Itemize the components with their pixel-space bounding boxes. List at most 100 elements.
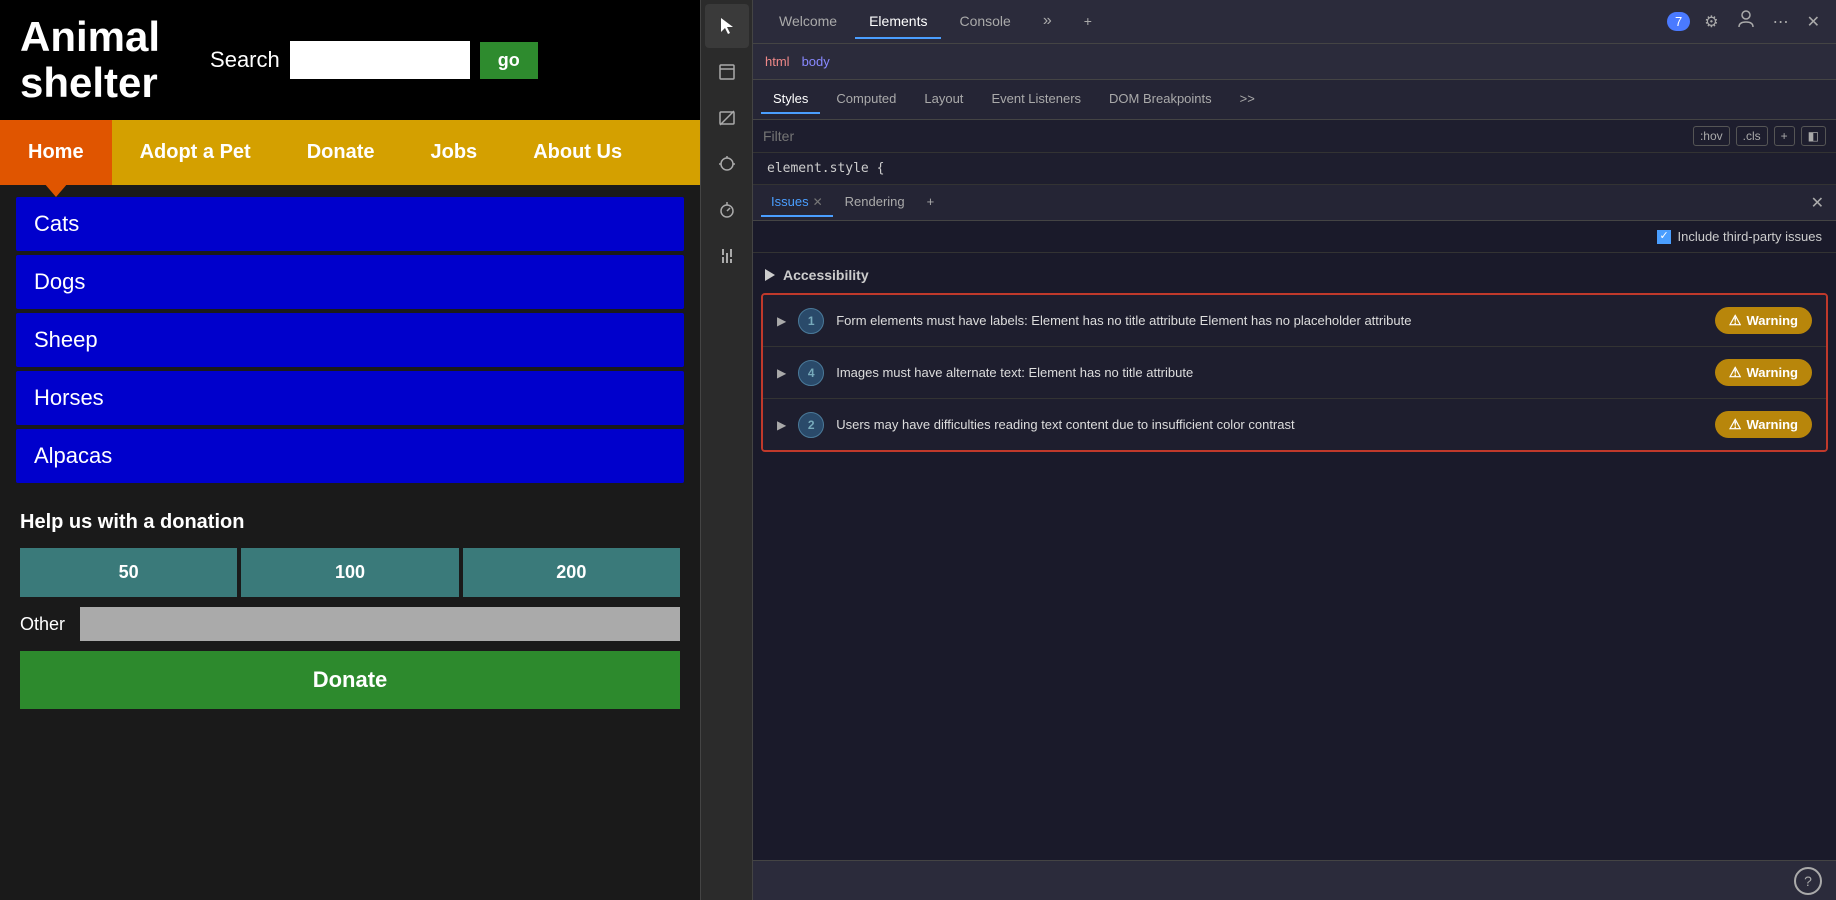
nav-item-jobs[interactable]: Jobs [403,120,506,185]
issue-badge-2: 4 [798,360,824,386]
customize-icon[interactable] [705,234,749,278]
cursor-icon[interactable] [705,4,749,48]
hov-button[interactable]: :hov [1693,126,1730,146]
warning-badge-2: ⚠ Warning [1715,359,1812,386]
warning-label-2: Warning [1746,365,1798,380]
styles-tab-styles[interactable]: Styles [761,85,820,114]
tab-welcome[interactable]: Welcome [765,5,851,39]
issue-row-alt-text: ▶ 4 Images must have alternate text: Ele… [763,347,1826,399]
filter-actions: :hov .cls + ◧ [1693,126,1826,146]
nav-item-adopt[interactable]: Adopt a Pet [112,120,279,185]
donate-button[interactable]: Donate [20,651,680,709]
tab-console[interactable]: Console [945,5,1024,39]
tab-elements[interactable]: Elements [855,5,941,39]
styles-tab-event-listeners[interactable]: Event Listeners [979,85,1093,114]
settings-icon[interactable]: ⚙ [1700,8,1722,36]
html-breadcrumb[interactable]: html [765,54,790,69]
animal-item-dogs[interactable]: Dogs [16,255,684,309]
warning-icon-1: ⚠ [1729,312,1742,329]
tab-new[interactable]: + [1070,5,1106,39]
search-label: Search [210,47,280,73]
devtools-bottombar: ? [753,860,1836,900]
issues-container: ▶ 1 Form elements must have labels: Elem… [761,293,1828,452]
body-breadcrumb[interactable]: body [802,54,830,69]
add-style-rule[interactable]: + [1774,126,1795,146]
bottom-tab-rendering[interactable]: Rendering [835,188,915,217]
accessibility-header[interactable]: Accessibility [761,261,1828,289]
issue-row-form-labels: ▶ 1 Form elements must have labels: Elem… [763,295,1826,347]
performance-icon[interactable] [705,188,749,232]
other-amount-input[interactable] [80,607,680,641]
issue-expand-arrow-3[interactable]: ▶ [777,418,786,432]
nav-item-home[interactable]: Home [0,120,112,185]
animal-item-sheep[interactable]: Sheep [16,313,684,367]
debug-icon[interactable] [705,142,749,186]
issues-toolbar: Include third-party issues [753,221,1836,253]
warning-label-3: Warning [1746,417,1798,432]
styles-panel: Styles Computed Layout Event Listeners D… [753,80,1836,900]
inspector-icon[interactable] [705,50,749,94]
devtools-topbar: Welcome Elements Console » + 7 ⚙ ⋯ ✕ [753,0,1836,44]
devtools-sidebar [700,0,752,900]
devtools-topbar-right: 7 ⚙ ⋯ ✕ [1667,6,1824,37]
bottom-tab-add[interactable]: + [917,188,945,217]
other-label: Other [20,614,70,635]
issue-row-color-contrast: ▶ 2 Users may have difficulties reading … [763,399,1826,450]
close-devtools-icon[interactable]: ✕ [1803,8,1824,36]
bottom-drawer: Issues ✕ Rendering + ✕ [753,185,1836,900]
amount-50[interactable]: 50 [20,548,237,597]
issue-text-form-labels: Form elements must have labels: Element … [836,311,1703,331]
styles-tab-computed[interactable]: Computed [824,85,908,114]
amount-200[interactable]: 200 [463,548,680,597]
nav-item-about[interactable]: About Us [505,120,650,185]
issue-badge-1: 1 [798,308,824,334]
donation-amounts: 50 100 200 [20,548,680,597]
bottom-tabs-bar: Issues ✕ Rendering + ✕ [753,185,1836,221]
styles-tab-layout[interactable]: Layout [912,85,975,114]
checkbox-icon [1657,230,1671,244]
site-title: Animal shelter [20,14,160,106]
issue-expand-arrow-2[interactable]: ▶ [777,366,786,380]
issue-text-color-contrast: Users may have difficulties reading text… [836,415,1703,435]
search-input[interactable] [290,41,470,79]
styles-tab-more[interactable]: >> [1228,85,1267,114]
rendering-tab-label: Rendering [845,194,905,209]
no-image-icon[interactable] [705,96,749,140]
amount-100[interactable]: 100 [241,548,458,597]
animal-item-horses[interactable]: Horses [16,371,684,425]
animal-item-cats[interactable]: Cats [16,197,684,251]
cls-button[interactable]: .cls [1736,126,1768,146]
animals-list: Cats Dogs Sheep Horses Alpacas [0,185,700,495]
nav-bar: Home Adopt a Pet Donate Jobs About Us [0,120,700,185]
styles-tabs: Styles Computed Layout Event Listeners D… [753,80,1836,120]
tab-more-icon[interactable]: » [1029,4,1066,40]
issues-tab-close[interactable]: ✕ [813,195,823,209]
third-party-label: Include third-party issues [1677,229,1822,244]
devtools-content: Styles Computed Layout Event Listeners D… [753,80,1836,900]
filter-bar: :hov .cls + ◧ [753,120,1836,153]
issue-text-alt-text: Images must have alternate text: Element… [836,363,1703,383]
warning-badge-3: ⚠ Warning [1715,411,1812,438]
devtools-panel: Welcome Elements Console » + 7 ⚙ ⋯ ✕ htm… [752,0,1836,900]
user-icon[interactable] [1733,6,1759,37]
issue-expand-arrow[interactable]: ▶ [777,314,786,328]
issues-tab-label: Issues [771,194,809,209]
other-row: Other [20,607,680,641]
nav-item-donate[interactable]: Donate [279,120,403,185]
more-options-icon[interactable]: ⋯ [1769,8,1793,36]
bottom-content: Include third-party issues Accessibility [753,221,1836,860]
accessibility-section: Accessibility ▶ 1 Form elements must hav… [753,253,1836,860]
warning-icon-3: ⚠ [1729,416,1742,433]
filter-input[interactable] [763,128,1685,144]
toggle-sidebar[interactable]: ◧ [1801,126,1826,146]
third-party-issues-toggle[interactable]: Include third-party issues [1657,229,1822,244]
devtools-breadcrumb-row: html body [753,44,1836,80]
animal-item-alpacas[interactable]: Alpacas [16,429,684,483]
bottom-tab-issues[interactable]: Issues ✕ [761,188,833,217]
warning-label-1: Warning [1746,313,1798,328]
help-icon[interactable]: ? [1794,867,1822,895]
go-button[interactable]: go [480,42,538,79]
notification-badge: 7 [1667,12,1690,31]
styles-tab-dom-breakpoints[interactable]: DOM Breakpoints [1097,85,1224,114]
close-bottom-panel-icon[interactable]: ✕ [1807,191,1828,216]
